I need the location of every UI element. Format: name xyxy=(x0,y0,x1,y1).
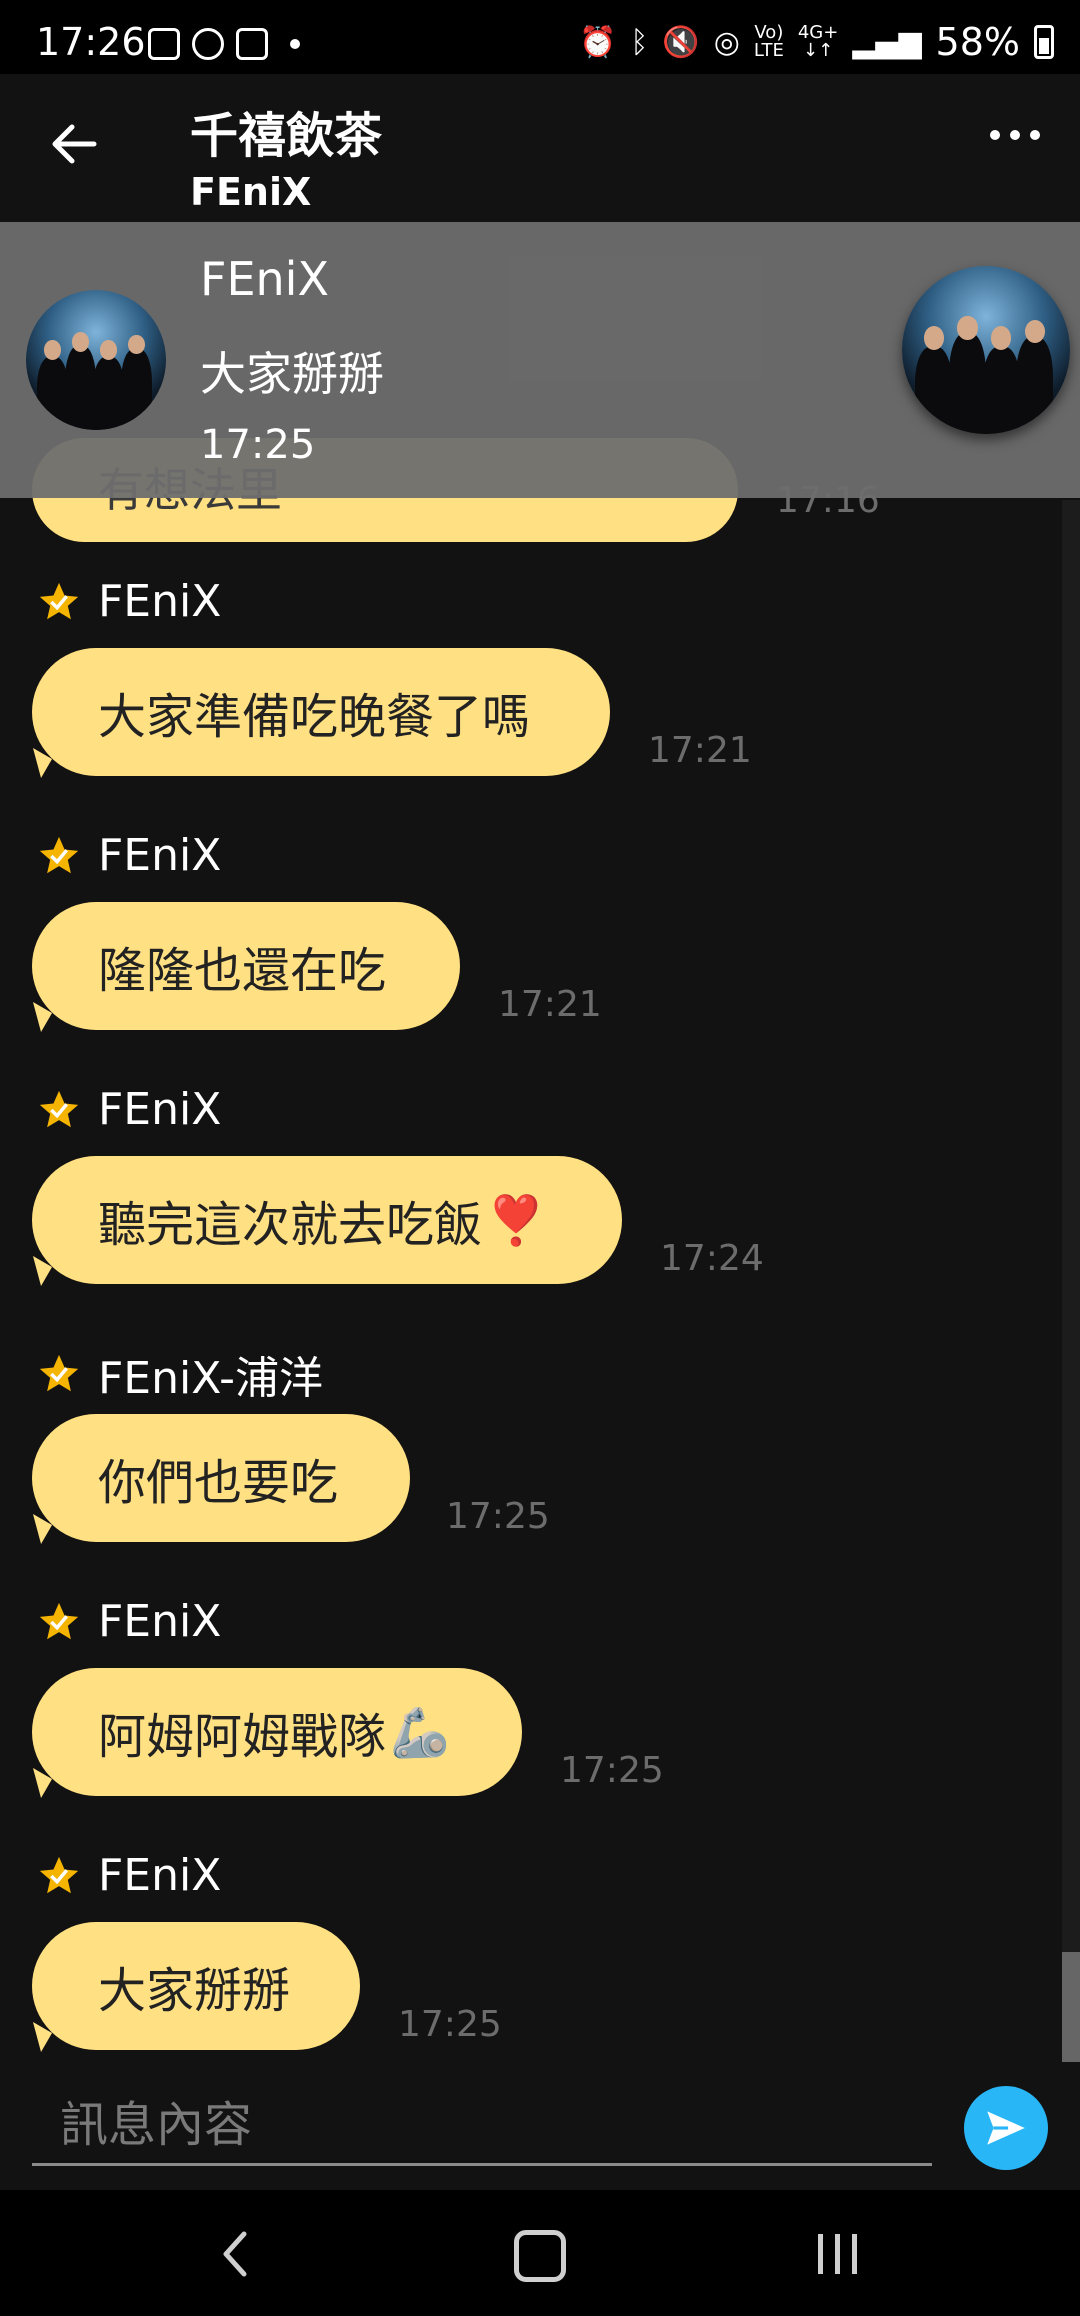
message-time: 17:25 xyxy=(398,2004,502,2045)
sender-name: FEniX xyxy=(98,576,222,627)
message-time: 17:24 xyxy=(660,1238,764,1279)
battery-icon xyxy=(1034,25,1054,59)
more-options-icon[interactable] xyxy=(990,130,1040,140)
group-avatar xyxy=(902,266,1070,434)
sender-name: FEniX xyxy=(98,1084,222,1135)
star-badge-icon xyxy=(36,833,82,879)
star-badge-icon xyxy=(36,1599,82,1645)
message-bubble[interactable]: 大家掰掰 xyxy=(32,1922,360,2050)
sender-name: FEniX xyxy=(98,830,222,881)
chat-title: 千禧飲茶 xyxy=(190,108,383,164)
star-badge-icon xyxy=(36,1853,82,1899)
star-badge-icon xyxy=(36,1087,82,1133)
message-time: 17:21 xyxy=(648,730,752,771)
nav-home-icon[interactable] xyxy=(514,2230,566,2282)
star-badge-icon xyxy=(36,579,82,625)
more-notifications-dot-icon xyxy=(290,39,300,49)
mechanical-arm-emoji-icon: 🦾 xyxy=(390,1704,450,1761)
bluetooth-icon: ᛒ xyxy=(630,24,649,60)
status-bar: 17:26 ⏰ ᛒ 🔇 ◎ Vo) LTE 4G+ ↓↑ ▂▄▆ 58% xyxy=(0,0,1080,74)
message-sender: FEniX xyxy=(36,1596,221,1647)
chat-subtitle: FEniX xyxy=(190,170,312,214)
message-bubble[interactable]: 大家準備吃晚餐了嗎 xyxy=(32,648,610,776)
send-icon xyxy=(987,2111,1025,2145)
message-bubble[interactable]: 阿姆阿姆戰隊 🦾 xyxy=(32,1668,522,1796)
scrollbar-thumb[interactable] xyxy=(1062,1952,1080,2062)
message-sender: FEniX-浦洋 xyxy=(36,1342,323,1406)
message-text: 隆隆也還在吃 xyxy=(98,943,387,999)
sender-name: FEniX-浦洋 xyxy=(98,1353,324,1404)
message-sender: FEniX xyxy=(36,1084,221,1135)
message-text: 聽完這次就去吃飯 xyxy=(98,1197,483,1253)
sender-name: FEniX xyxy=(98,1596,222,1647)
system-nav-bar xyxy=(0,2190,1080,2316)
message-sender: FEniX xyxy=(36,1850,221,1901)
network-type-indicator: 4G+ ↓↑ xyxy=(797,22,839,61)
notification-time: 17:25 xyxy=(200,422,316,468)
message-text: 你們也要吃 xyxy=(98,1455,339,1511)
message-bubble[interactable]: 你們也要吃 xyxy=(32,1414,410,1542)
app-screen: 17:26 ⏰ ᛒ 🔇 ◎ Vo) LTE 4G+ ↓↑ ▂▄▆ 58% 千禧飲茶 … xyxy=(0,0,1080,2316)
message-text: 大家掰掰 xyxy=(98,1963,291,2019)
message-bubble[interactable]: 聽完這次就去吃飯 ❣️ xyxy=(32,1156,622,1284)
nav-back-icon[interactable] xyxy=(214,2224,254,2284)
message-list[interactable]: 有想法里 17:16 FEniX 大家準備吃晚餐了嗎 17:21 FEniX xyxy=(0,222,1080,2082)
chat-header: 千禧飲茶 FEniX xyxy=(0,74,1080,222)
battery-percent: 58% xyxy=(935,20,1020,64)
message-sender: FEniX xyxy=(36,830,221,881)
message-text: 大家準備吃晚餐了嗎 xyxy=(98,689,531,745)
status-right-icons: ⏰ ᛒ 🔇 ◎ Vo) LTE 4G+ ↓↑ ▂▄▆ 58% xyxy=(579,20,1054,64)
notification-message: 大家掰掰 xyxy=(200,347,384,401)
scrollbar-track[interactable] xyxy=(1062,500,1080,2060)
gallery-icon xyxy=(148,28,180,60)
heart-emoji-icon: ❣️ xyxy=(486,1192,546,1249)
nav-recents-icon[interactable] xyxy=(818,2234,857,2274)
message-time: 17:25 xyxy=(446,1496,550,1537)
mute-icon: 🔇 xyxy=(662,24,700,60)
message-composer xyxy=(0,2072,1080,2192)
back-arrow-icon[interactable] xyxy=(44,118,104,178)
sender-name: FEniX xyxy=(98,1850,222,1901)
notification-icons xyxy=(148,28,300,60)
notification-banner[interactable]: FEniX 大家掰掰 17:25 xyxy=(0,222,1080,498)
star-badge-icon xyxy=(36,1351,82,1397)
hotspot-icon: ◎ xyxy=(713,24,740,60)
instagram-icon xyxy=(236,28,268,60)
message-time: 17:21 xyxy=(498,984,602,1025)
message-sender: FEniX xyxy=(36,576,221,627)
sender-avatar xyxy=(26,290,166,430)
alarm-icon: ⏰ xyxy=(579,24,617,60)
volte-indicator: Vo) LTE xyxy=(753,22,784,61)
app-notification-icon xyxy=(192,28,224,60)
message-time: 17:25 xyxy=(560,1750,664,1791)
message-text: 阿姆阿姆戰隊 xyxy=(98,1709,387,1765)
signal-icon: ▂▄▆ xyxy=(852,24,922,60)
message-bubble[interactable]: 隆隆也還在吃 xyxy=(32,902,460,1030)
status-time: 17:26 xyxy=(36,20,146,64)
send-button[interactable] xyxy=(964,2086,1048,2170)
notification-sender: FEniX xyxy=(200,252,329,306)
message-input[interactable] xyxy=(32,2086,932,2166)
